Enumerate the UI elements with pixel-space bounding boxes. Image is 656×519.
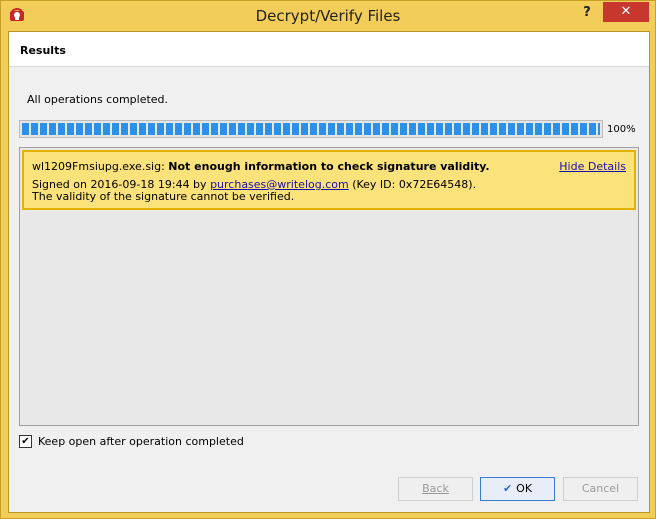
checkmark-icon: ✔ [502,482,513,495]
cancel-button-label: Cancel [581,482,620,495]
cancel-button[interactable]: Cancel [563,477,638,501]
keep-open-option[interactable]: ✔ Keep open after operation completed [19,435,244,448]
back-button[interactable]: Back [398,477,473,501]
progress-fill [22,123,600,135]
key-id-text: (Key ID: 0x72E64548). [352,178,477,191]
page-header: Results [9,32,649,67]
close-button[interactable]: ✕ [603,2,649,22]
dialog-window: Decrypt/Verify Files ? ✕ Results All ope… [0,0,656,519]
ok-button-label: OK [516,482,533,495]
progress-label: 100% [607,124,636,135]
ok-button[interactable]: ✔ OK [480,477,555,501]
results-list[interactable]: wl1209Fmsiupg.exe.sig: Not enough inform… [19,147,639,426]
result-summary: Not enough information to check signatur… [168,160,490,173]
result-item: wl1209Fmsiupg.exe.sig: Not enough inform… [22,150,636,210]
status-text: All operations completed. [27,93,169,106]
keep-open-checkbox[interactable]: ✔ [19,435,32,448]
hide-details-link[interactable]: Hide Details [559,160,626,173]
result-filename: wl1209Fmsiupg.exe.sig: [32,160,165,173]
back-button-label: Back [422,482,449,495]
result-summary-line: wl1209Fmsiupg.exe.sig: Not enough inform… [32,160,490,173]
progress-bar [19,120,603,138]
window-title: Decrypt/Verify Files [255,7,401,25]
keep-open-label: Keep open after operation completed [38,435,244,448]
help-button[interactable]: ? [577,4,597,22]
title-bar[interactable]: Decrypt/Verify Files ? ✕ [1,1,655,31]
page-title: Results [20,44,66,57]
dialog-body: Results All operations completed. 100% w… [8,31,650,513]
validity-note: The validity of the signature cannot be … [32,190,295,203]
